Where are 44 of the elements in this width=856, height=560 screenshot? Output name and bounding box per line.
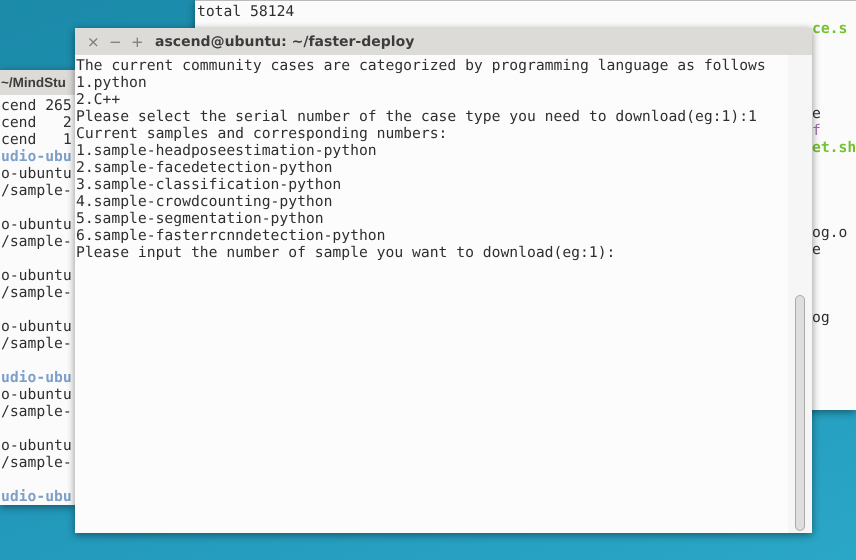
- terminal-line: 3.sample-classification-python: [76, 176, 342, 193]
- terminal-line: /sample-: [1, 454, 72, 471]
- terminal-line: Please input the number of sample you want to download(eg:1):: [76, 244, 616, 261]
- minimize-button[interactable]: −: [107, 32, 123, 50]
- terminal-line: o-ubuntu: [1, 437, 72, 454]
- terminal-line: e: [812, 241, 821, 258]
- terminal-line: 6.sample-fasterrcnndetection-python: [76, 227, 386, 244]
- terminal-line: o-ubuntu: [1, 386, 72, 403]
- terminal-line: og.o: [812, 224, 848, 241]
- window-title: ~/MindStu: [0, 75, 66, 90]
- terminal-line: 1.sample-headposeestimation-python: [76, 142, 378, 159]
- terminal-line: o-ubuntu: [1, 165, 72, 182]
- terminal-line: 2.C++: [76, 91, 122, 108]
- terminal-line: o-ubuntu: [1, 318, 72, 335]
- maximize-button[interactable]: +: [129, 32, 145, 50]
- terminal-line: 5.sample-segmentation-python: [76, 210, 325, 227]
- terminal-line: og: [812, 309, 830, 326]
- terminal-line: cend 265: [1, 97, 72, 114]
- terminal-line: Current samples and corresponding numbers:: [76, 125, 448, 142]
- terminal-line: 1.python: [76, 74, 148, 91]
- close-button[interactable]: ×: [85, 32, 101, 50]
- terminal-line: o-ubuntu: [1, 216, 72, 233]
- terminal-line: udio-ubu: [1, 488, 72, 505]
- terminal-line: et.sh: [812, 139, 856, 156]
- terminal-line: /sample-: [1, 403, 72, 420]
- terminal-line: /sample-: [1, 182, 72, 199]
- terminal-line: The current community cases are categorized by programming language as follows: [76, 57, 767, 74]
- terminal-line: ce.s: [812, 20, 848, 37]
- terminal-line: 2.sample-facedetection-python: [76, 159, 334, 176]
- terminal-line: /sample-: [1, 335, 72, 352]
- terminal-line: udio-ubu: [1, 369, 72, 386]
- terminal-line: cend 2: [1, 114, 72, 131]
- window-title: ascend@ubuntu: ~/faster-deploy: [155, 34, 414, 50]
- terminal-line: udio-ubu: [1, 148, 72, 165]
- terminal-line: f: [812, 122, 821, 139]
- scrollbar[interactable]: [788, 55, 812, 533]
- terminal-line: cend 1: [1, 131, 72, 148]
- terminal-line: o-ubuntu: [1, 267, 72, 284]
- terminal-line: e: [812, 105, 821, 122]
- terminal-line: /sample-: [1, 284, 72, 301]
- terminal-line: 4.sample-crowdcounting-python: [76, 193, 334, 210]
- terminal-line: Please select the serial number of the case type you need to download(eg:1):1: [76, 108, 758, 125]
- terminal-line: total 58124: [197, 3, 294, 20]
- terminal-line: /sample-: [1, 233, 72, 250]
